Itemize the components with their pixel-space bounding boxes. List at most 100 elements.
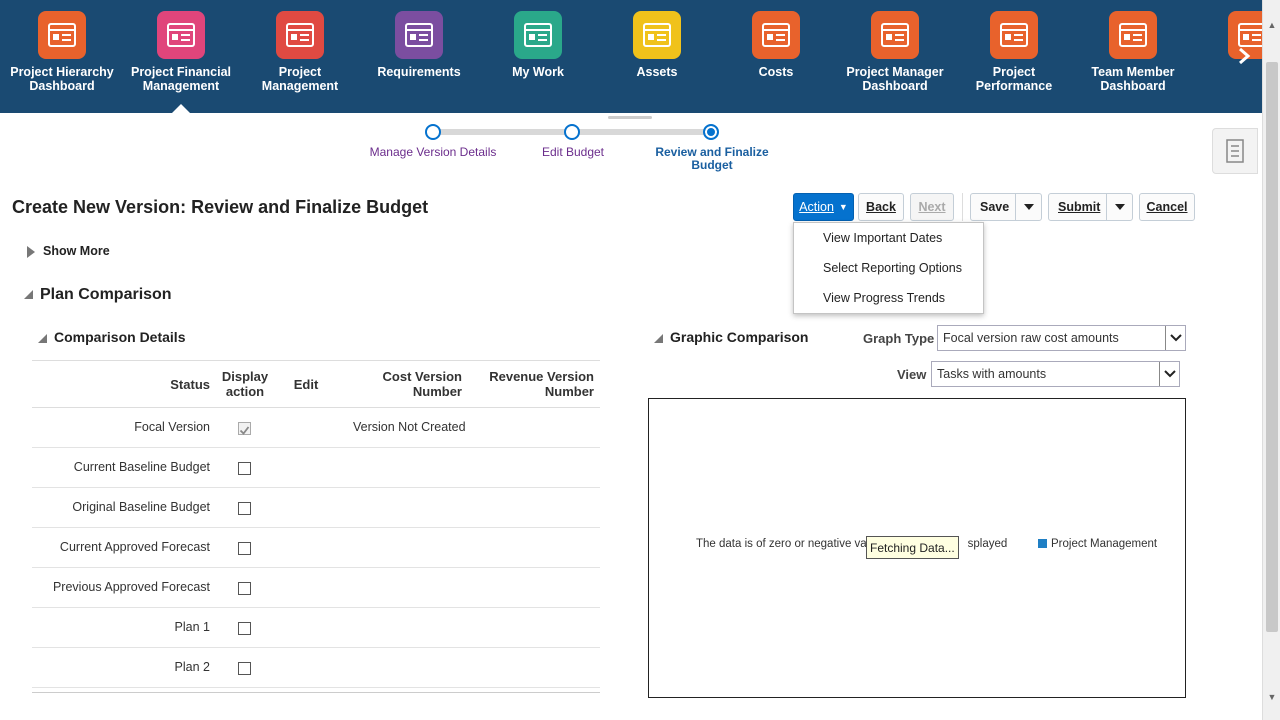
table-bottom-border — [32, 692, 600, 693]
cell-status: Previous Approved Forecast — [52, 580, 210, 594]
save-button[interactable]: Save — [970, 193, 1042, 221]
display-checkbox[interactable] — [238, 582, 251, 595]
legend-label: Project Management — [1051, 538, 1158, 550]
cell-status: Plan 1 — [174, 620, 210, 634]
menu-item-select-reporting-options[interactable]: Select Reporting Options — [823, 261, 962, 275]
chevron-down-icon — [1165, 326, 1185, 350]
table-row: Previous Approved Forecast — [32, 568, 600, 608]
cell-status: Original Baseline Budget — [72, 500, 210, 514]
train-label-manage-version[interactable]: Manage Version Details — [363, 146, 503, 159]
display-checkbox[interactable] — [238, 462, 251, 475]
action-menu: View Important Dates Select Reporting Op… — [793, 222, 984, 314]
comparison-details-label: Comparison Details — [54, 329, 186, 345]
action-button[interactable]: Action ▼ — [793, 193, 854, 221]
action-button-label: Action — [799, 200, 834, 214]
nav-item[interactable]: Project Manager Dashboard — [836, 0, 954, 113]
cell-status: Plan 2 — [174, 660, 210, 674]
table-row: Plan 1 — [32, 608, 600, 648]
comparison-details-header[interactable]: Comparison Details — [38, 329, 185, 345]
train-label-edit-budget[interactable]: Edit Budget — [503, 146, 643, 159]
vertical-scrollbar[interactable]: ▲ ▼ — [1262, 0, 1280, 720]
cell-cost-version: Version Not Created — [353, 420, 466, 434]
nav-item-label: Project Hierarchy Dashboard — [10, 65, 114, 93]
view-select[interactable]: Tasks with amounts — [931, 361, 1180, 387]
view-label: View — [897, 367, 927, 382]
legend-swatch — [1038, 539, 1047, 548]
chevron-right-icon[interactable] — [1232, 42, 1256, 70]
col-revenue-version: Revenue Version Number — [489, 369, 594, 399]
nav-item-label: Project Performance — [975, 65, 1053, 93]
collapse-icon — [24, 290, 33, 300]
plan-comparison-label: Plan Comparison — [40, 286, 172, 303]
display-checkbox[interactable] — [238, 622, 251, 635]
display-checkbox[interactable] — [238, 502, 251, 515]
document-list-icon — [1226, 139, 1244, 163]
cell-status: Focal Version — [134, 420, 210, 434]
back-button-label: Back — [866, 200, 896, 214]
nav-item[interactable]: Project Management — [241, 0, 359, 113]
table-header: Status Display action Edit Cost Version … — [32, 360, 600, 408]
scroll-up-icon[interactable]: ▲ — [1267, 20, 1277, 30]
graph-legend: Project Management — [1038, 538, 1157, 550]
next-button-label: Next — [918, 200, 946, 214]
nav-item-label: Project Management — [261, 65, 339, 93]
table-row: Focal Version Version Not Created — [32, 408, 600, 448]
nav-item[interactable]: Costs — [717, 0, 835, 113]
show-more-toggle[interactable]: Show More — [27, 244, 110, 258]
col-edit: Edit — [293, 377, 319, 392]
graph-type-label: Graph Type — [863, 331, 935, 346]
table-row: Original Baseline Budget — [32, 488, 600, 528]
side-panel-tab[interactable] — [1212, 128, 1258, 174]
collapse-icon — [38, 333, 47, 343]
plan-comparison-header[interactable]: Plan Comparison — [24, 286, 172, 304]
dashboard-icon — [1109, 11, 1157, 59]
table-row: Plan 2 — [32, 648, 600, 688]
back-button[interactable]: Back — [858, 193, 904, 221]
cell-status: Current Approved Forecast — [59, 540, 210, 554]
graphic-comparison-label: Graphic Comparison — [670, 329, 809, 345]
train-stop-manage-version[interactable] — [425, 124, 441, 140]
train-stop-edit-budget[interactable] — [564, 124, 580, 140]
nav-item[interactable]: Assets — [598, 0, 716, 113]
assets-icon — [633, 11, 681, 59]
submit-button[interactable]: Submit — [1048, 193, 1133, 221]
table-row: Current Baseline Budget — [32, 448, 600, 488]
scrollbar-thumb[interactable] — [1266, 62, 1278, 632]
nav-item-label: Requirements — [377, 65, 461, 79]
col-cost-version: Cost Version Number — [382, 369, 462, 399]
nav-item[interactable]: Project Hierarchy Dashboard — [3, 0, 121, 113]
springboard-nav: Project Hierarchy Dashboard Project Finan… — [0, 0, 1262, 113]
train-label-review-finalize: Review and Finalize Budget — [655, 145, 769, 172]
nav-item-label: Team Member Dashboard — [1091, 65, 1175, 93]
drag-handle[interactable] — [608, 116, 652, 119]
nav-item[interactable]: Team Member Dashboard — [1074, 0, 1192, 113]
graph-type-select[interactable]: Focal version raw cost amounts — [937, 325, 1186, 351]
financial-chart-icon — [157, 11, 205, 59]
cancel-button[interactable]: Cancel — [1139, 193, 1195, 221]
menu-item-view-important-dates[interactable]: View Important Dates — [823, 231, 942, 245]
graphic-comparison-header[interactable]: Graphic Comparison — [654, 329, 808, 345]
nav-item[interactable]: Project Financial Management — [122, 0, 240, 113]
display-checkbox[interactable] — [238, 542, 251, 555]
nav-item-label: Project Manager Dashboard — [846, 65, 944, 93]
nav-item[interactable]: Requirements — [360, 0, 478, 113]
scroll-down-icon[interactable]: ▼ — [1267, 692, 1277, 702]
nav-item[interactable]: My Work — [479, 0, 597, 113]
train-stop-review-finalize[interactable] — [703, 124, 719, 140]
chevron-down-icon: ▼ — [838, 202, 848, 212]
display-checkbox[interactable] — [238, 662, 251, 675]
nav-item-label: Assets — [636, 65, 678, 79]
graph-message-text: The data is of zero or negative valu — [696, 538, 876, 550]
nav-item-label: My Work — [512, 65, 564, 79]
puzzle-icon — [395, 11, 443, 59]
submit-menu-icon[interactable] — [1106, 194, 1132, 220]
show-more-label: Show More — [43, 244, 110, 258]
cancel-button-label: Cancel — [1146, 200, 1188, 214]
save-menu-icon[interactable] — [1015, 194, 1041, 220]
menu-item-view-progress-trends[interactable]: View Progress Trends — [823, 291, 945, 305]
fetching-tooltip: Fetching Data... — [866, 536, 959, 559]
nav-item[interactable]: Project Performance — [955, 0, 1073, 113]
checkmark-icon — [239, 426, 250, 435]
submit-button-label: Submit — [1058, 200, 1101, 214]
project-board-icon — [276, 11, 324, 59]
